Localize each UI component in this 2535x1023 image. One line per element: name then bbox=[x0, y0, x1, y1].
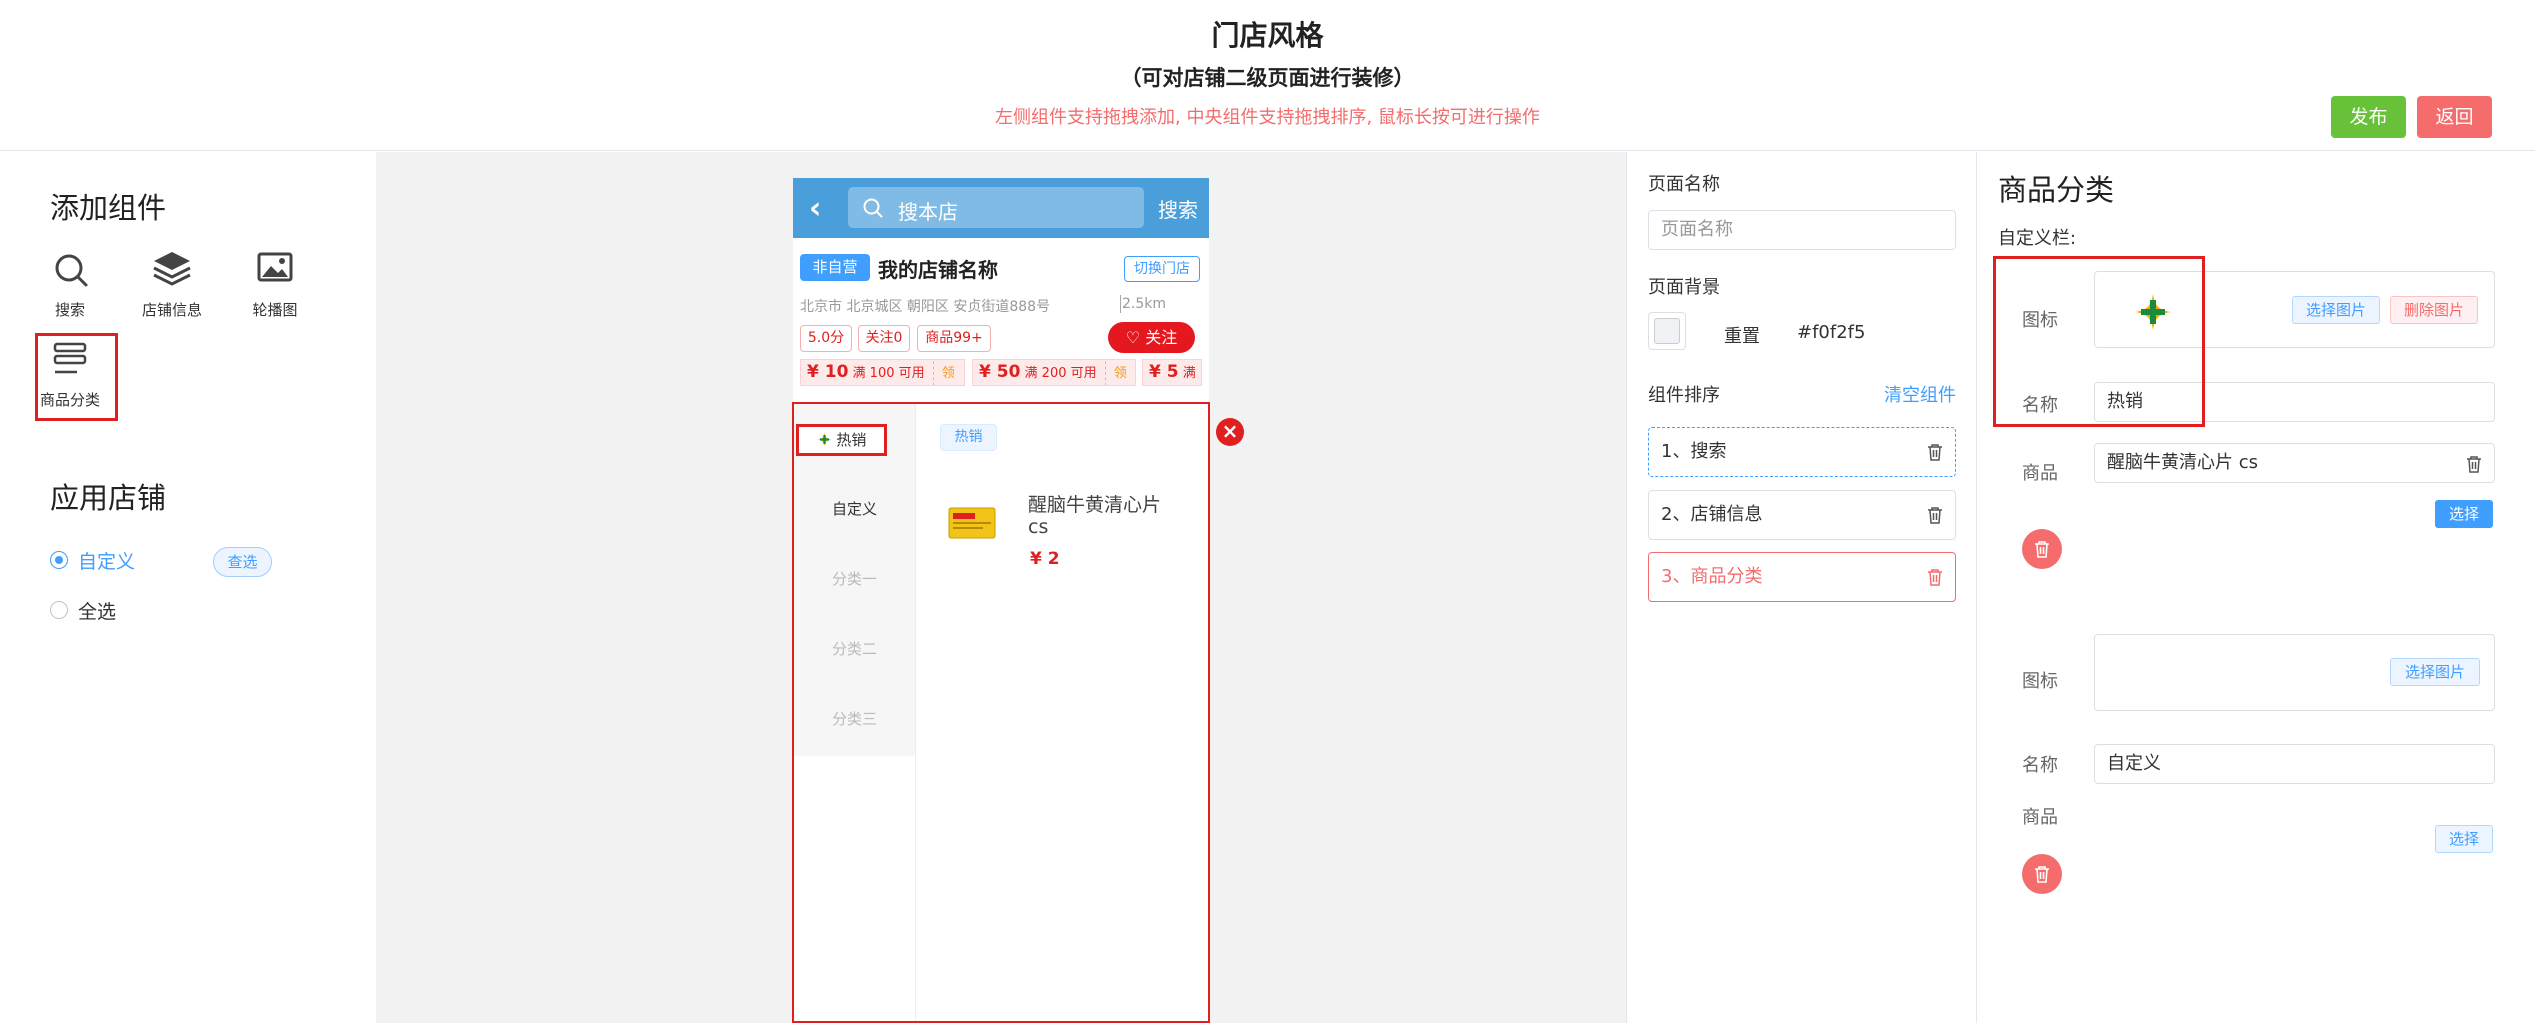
shop-distance: 2.5km bbox=[1122, 296, 1167, 312]
sort-label: 组件排序 bbox=[1648, 385, 1720, 406]
trash-icon bbox=[2035, 541, 2049, 558]
choose-product-button[interactable]: 选择 bbox=[2435, 500, 2493, 528]
component-label: 店铺信息 bbox=[141, 301, 202, 319]
reset-button[interactable]: 重置 bbox=[1724, 322, 1760, 348]
page-title: 门店风格 bbox=[1211, 19, 1324, 52]
name-label: 名称 bbox=[2022, 755, 2058, 776]
choose-product-button[interactable]: 选择 bbox=[2435, 825, 2493, 853]
sort-item-label: 3、商品分类 bbox=[1661, 566, 1763, 587]
add-component-title: 添加组件 bbox=[50, 191, 167, 225]
component-label: 轮播图 bbox=[252, 301, 298, 319]
usage-tip: 左侧组件支持拖拽添加, 中央组件支持拖拽排序, 鼠标长按可进行操作 bbox=[995, 107, 1540, 128]
sort-item-category[interactable]: 3、商品分类 bbox=[1648, 552, 1956, 602]
trash-icon[interactable] bbox=[2466, 455, 2482, 473]
coupon-get[interactable]: 领 bbox=[932, 361, 963, 385]
search-icon bbox=[863, 198, 883, 218]
custom-bar-label: 自定义栏: bbox=[1998, 228, 2077, 249]
search-placeholder: 搜本店 bbox=[898, 200, 958, 224]
radio-custom[interactable] bbox=[50, 551, 68, 569]
product-item-name: 醒脑牛黄清心片 cs bbox=[2107, 452, 2258, 473]
apply-shop-title: 应用店铺 bbox=[50, 481, 167, 515]
radio-all-label: 全选 bbox=[78, 601, 117, 623]
coupon[interactable]: ¥ 10 满 100 可用 领 bbox=[800, 359, 965, 386]
coupon-condition: 满 200 可用 bbox=[1024, 366, 1097, 381]
category-editor-title: 商品分类 bbox=[1998, 173, 2115, 207]
page-name-input[interactable]: 页面名称 bbox=[1648, 210, 1956, 250]
choose-image-button[interactable]: 选择图片 bbox=[2292, 296, 2380, 324]
trash-icon[interactable] bbox=[1927, 506, 1943, 524]
coupon[interactable]: ¥ 5 满 bbox=[1142, 359, 1202, 386]
delete-group-button[interactable] bbox=[2022, 854, 2062, 894]
coupon-amount: ¥ 50 bbox=[979, 362, 1021, 382]
coupon[interactable]: ¥ 50 满 200 可用 领 bbox=[972, 359, 1136, 386]
shop-name: 我的店铺名称 bbox=[878, 258, 998, 282]
back-arrow-icon[interactable]: ‹ bbox=[809, 191, 821, 226]
trash-icon bbox=[2035, 866, 2049, 883]
sort-item-label: 2、店铺信息 bbox=[1661, 504, 1763, 525]
top-header: 门店风格 （可对店铺二级页面进行装修） 左侧组件支持拖拽添加, 中央组件支持拖拽… bbox=[0, 0, 2535, 151]
product-label: 商品 bbox=[2022, 807, 2058, 828]
selected-component-outline bbox=[792, 402, 1210, 1023]
clear-components-button[interactable]: 清空组件 bbox=[1884, 381, 1956, 407]
layers-icon bbox=[153, 252, 191, 286]
coupon-get[interactable]: 领 bbox=[1104, 361, 1135, 385]
coupon-amount: ¥ 5 bbox=[1149, 362, 1179, 382]
follow-label: 关注 bbox=[1145, 328, 1178, 347]
highlight-box bbox=[1993, 256, 2205, 427]
delete-group-button[interactable] bbox=[2022, 529, 2062, 569]
shop-products: 商品99+ bbox=[917, 325, 991, 352]
component-carousel[interactable]: 轮播图 bbox=[235, 248, 315, 330]
shop-rating: 5.0分 bbox=[800, 325, 852, 352]
publish-button[interactable]: 发布 bbox=[2331, 96, 2406, 138]
sort-item-shop-info[interactable]: 2、店铺信息 bbox=[1648, 490, 1956, 540]
product-label: 商品 bbox=[2022, 463, 2058, 484]
trash-icon[interactable] bbox=[1927, 568, 1943, 586]
category-name-input[interactable]: 自定义 bbox=[2094, 744, 2495, 784]
radio-all[interactable] bbox=[50, 601, 68, 619]
delete-image-button[interactable]: 删除图片 bbox=[2390, 296, 2478, 324]
icon-label: 图标 bbox=[2022, 671, 2058, 692]
heart-icon: ♡ bbox=[1125, 328, 1141, 347]
phone-search-bar[interactable]: ‹ 搜本店 搜索 bbox=[793, 178, 1209, 238]
search-icon bbox=[55, 254, 88, 287]
phone-search-button[interactable]: 搜索 bbox=[1158, 194, 1198, 223]
radio-custom-label: 自定义 bbox=[78, 551, 136, 573]
switch-store-button[interactable]: 切换门店 bbox=[1124, 256, 1200, 282]
choose-image-button[interactable]: 选择图片 bbox=[2390, 658, 2480, 686]
remove-component-button[interactable]: × bbox=[1216, 418, 1244, 446]
follow-button[interactable]: ♡ 关注 bbox=[1108, 322, 1195, 353]
bg-color-picker[interactable] bbox=[1648, 312, 1686, 350]
component-search[interactable]: 搜索 bbox=[30, 248, 110, 330]
bg-color-value: #f0f2f5 bbox=[1797, 322, 1866, 343]
page-subtitle: （可对店铺二级页面进行装修） bbox=[1120, 66, 1415, 90]
image-icon bbox=[257, 252, 293, 282]
coupon-amount: ¥ 10 bbox=[807, 362, 849, 382]
phone-search-input[interactable]: 搜本店 bbox=[848, 187, 1144, 228]
shop-followers: 关注0 bbox=[858, 325, 910, 352]
highlight-box bbox=[35, 333, 118, 421]
divider bbox=[1120, 295, 1121, 313]
sort-item-search[interactable]: 1、搜索 bbox=[1648, 427, 1956, 477]
component-shop-info[interactable]: 店铺信息 bbox=[132, 248, 212, 330]
check-button[interactable]: 查选 bbox=[213, 547, 272, 577]
shop-address: 北京市 北京城区 朝阳区 安贞街道888号 bbox=[800, 299, 1051, 315]
page-name-label: 页面名称 bbox=[1648, 174, 1720, 195]
back-button[interactable]: 返回 bbox=[2417, 96, 2492, 138]
coupon-condition: 满 100 可用 bbox=[852, 366, 925, 381]
shop-type-badge: 非自营 bbox=[800, 254, 870, 281]
product-item[interactable]: 醒脑牛黄清心片 cs bbox=[2094, 443, 2495, 483]
coupon-condition: 满 bbox=[1182, 366, 1196, 381]
page-bg-label: 页面背景 bbox=[1648, 277, 1720, 298]
sort-item-label: 1、搜索 bbox=[1661, 441, 1727, 462]
component-label: 搜索 bbox=[54, 301, 85, 319]
trash-icon[interactable] bbox=[1927, 443, 1943, 461]
